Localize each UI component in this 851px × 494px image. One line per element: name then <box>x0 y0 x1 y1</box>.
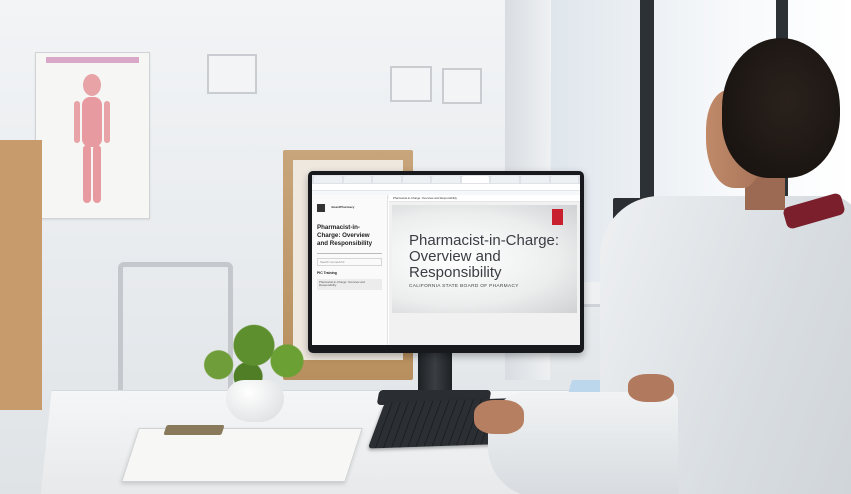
slide-title: Pharmacist-in-Charge: Overview and Respo… <box>409 232 560 281</box>
address-bar[interactable] <box>312 184 580 191</box>
clipboard-clip <box>163 425 225 435</box>
monitor: BoardPharmacy Pharmacist-in-Charge: Over… <box>308 171 584 353</box>
slide-subtitle: CALIFORNIA STATE BOARD OF PHARMACY <box>409 284 519 289</box>
anatomy-figure-icon <box>46 57 139 203</box>
wall-frame <box>390 66 432 102</box>
browser-tab[interactable] <box>373 176 401 183</box>
lesson-item-active[interactable]: Pharmacist-in-Charge: Overview and Respo… <box>317 278 382 291</box>
browser-tab[interactable] <box>550 176 579 183</box>
person-hand <box>628 374 674 402</box>
browser-tab[interactable] <box>402 176 431 183</box>
course-sidebar: BoardPharmacy Pharmacist-in-Charge: Over… <box>312 195 388 345</box>
browser-tab[interactable] <box>432 176 460 183</box>
wall-frame <box>207 54 257 94</box>
browser-tab[interactable] <box>343 176 372 183</box>
browser-tab-active[interactable] <box>461 176 490 183</box>
browser-tab[interactable] <box>520 176 549 183</box>
plant-pot <box>226 380 284 422</box>
browser-tab[interactable] <box>491 176 519 183</box>
clipboard-icon <box>121 428 363 482</box>
presentation-slide: Pharmacist-in-Charge: Overview and Respo… <box>392 205 577 313</box>
organization-name: BoardPharmacy <box>331 205 355 210</box>
course-progress-bar <box>317 252 382 254</box>
office-scene: BoardPharmacy Pharmacist-in-Charge: Over… <box>0 0 851 494</box>
monitor-screen: BoardPharmacy Pharmacist-in-Charge: Over… <box>312 175 580 345</box>
board-logo-icon <box>317 203 325 212</box>
lesson-header: Pharmacist-in-Charge: Overview and Respo… <box>389 195 580 202</box>
left-shelf <box>0 140 42 410</box>
browser-tab[interactable] <box>314 176 342 183</box>
lesson-main: Pharmacist-in-Charge: Overview and Respo… <box>389 195 580 345</box>
slide-accent-block <box>552 209 563 225</box>
person-hair <box>722 38 840 178</box>
anatomy-poster <box>35 52 150 219</box>
browser-tabbar[interactable] <box>312 175 580 184</box>
person-hand <box>474 400 524 434</box>
wall-frame <box>442 68 482 104</box>
module-item[interactable]: PIC Training <box>317 271 382 275</box>
course-search-input[interactable]: Search Course/Unit <box>317 257 382 266</box>
course-title: Pharmacist-in-Charge: Overview and Respo… <box>317 224 373 247</box>
